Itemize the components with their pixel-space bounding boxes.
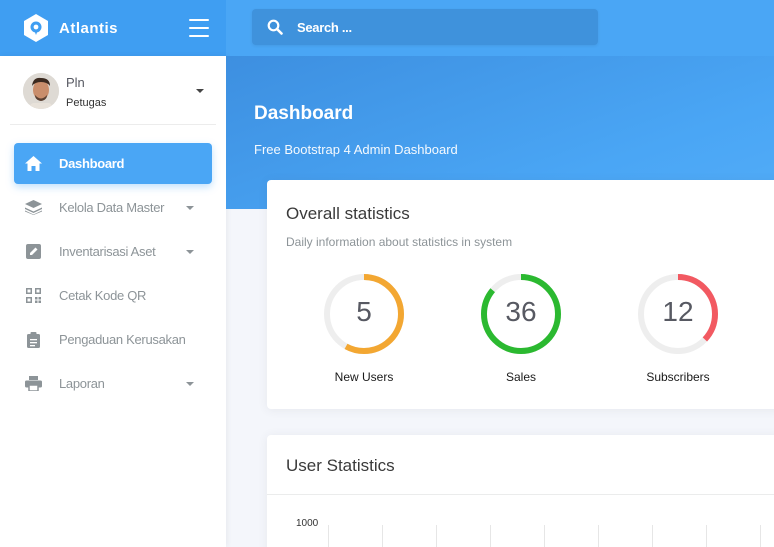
stat-label: Subscribers xyxy=(646,370,710,384)
stat-label: Sales xyxy=(505,370,537,384)
user-panel[interactable]: Pln Petugas xyxy=(10,56,216,125)
card-title: Overall statistics xyxy=(286,204,410,223)
gridline xyxy=(382,525,383,547)
printer-icon xyxy=(25,375,42,392)
sidebar-item-label: Dashboard xyxy=(59,156,125,171)
stat-label: New Users xyxy=(334,370,394,384)
logo-header: Atlantis xyxy=(0,0,226,56)
divider xyxy=(267,494,774,495)
y-axis-tick: 1000 xyxy=(296,518,319,529)
gridline xyxy=(760,525,761,547)
page-subtitle: Free Bootstrap 4 Admin Dashboard xyxy=(254,142,458,157)
sidebar-item-label: Inventarisasi Aset xyxy=(59,244,156,259)
stat-value: 5 xyxy=(356,296,372,327)
gridline xyxy=(328,525,329,547)
sidebar-item-inventarisasi-aset[interactable]: Inventarisasi Aset xyxy=(14,231,212,272)
page-title: Dashboard xyxy=(254,103,354,124)
card-category: Daily information about statistics in sy… xyxy=(286,235,513,249)
circle-sales: 36 Sales xyxy=(479,272,563,384)
sidebar-item-laporan[interactable]: Laporan xyxy=(14,363,212,404)
gridline xyxy=(544,525,545,547)
search-icon[interactable] xyxy=(267,19,283,35)
stat-value: 12 xyxy=(662,296,694,327)
qrcode-icon xyxy=(25,287,42,304)
sidebar-item-pengaduan-kerusakan[interactable]: Pengaduan Kerusakan xyxy=(14,319,212,360)
user-name: Pln xyxy=(66,75,85,90)
user-statistics-card: User Statistics 1000 xyxy=(267,435,774,547)
sidebar-item-kelola-data-master[interactable]: Kelola Data Master xyxy=(14,187,212,228)
sidebar-nav: Dashboard Kelola Data Master Inventarisa… xyxy=(0,143,226,407)
avatar[interactable] xyxy=(23,73,59,109)
clipboard-icon xyxy=(25,331,42,348)
sidebar-item-cetak-kode-qr[interactable]: Cetak Kode QR xyxy=(14,275,212,316)
layers-icon xyxy=(25,199,42,216)
chevron-down-icon xyxy=(186,382,194,386)
edit-icon xyxy=(25,243,42,260)
search-input[interactable] xyxy=(297,19,587,35)
gridline xyxy=(436,525,437,547)
chevron-down-icon[interactable] xyxy=(196,89,204,93)
circle-subscribers: 12 Subscribers xyxy=(636,272,720,384)
user-role: Petugas xyxy=(66,97,107,109)
sidebar-item-dashboard[interactable]: Dashboard xyxy=(14,143,212,184)
gridline xyxy=(652,525,653,547)
sidebar-item-label: Cetak Kode QR xyxy=(59,288,147,303)
card-title: User Statistics xyxy=(286,456,395,475)
chevron-down-icon xyxy=(186,206,194,210)
top-navbar xyxy=(226,0,774,56)
sidebar-item-label: Laporan xyxy=(59,376,105,391)
home-icon xyxy=(25,155,42,172)
stat-value: 36 xyxy=(505,296,537,327)
search-box xyxy=(252,9,598,45)
sidebar: Pln Petugas Dashboard Kelola Data Master xyxy=(0,56,226,547)
sidebar-item-label: Pengaduan Kerusakan xyxy=(59,332,186,347)
chevron-down-icon xyxy=(186,250,194,254)
menu-toggle-icon[interactable] xyxy=(189,19,209,37)
atlantis-logo-icon[interactable] xyxy=(22,13,50,43)
brand-name[interactable]: Atlantis xyxy=(59,20,118,37)
circle-new-users: 5 New Users xyxy=(322,272,406,384)
gridline xyxy=(490,525,491,547)
overall-statistics-card: Overall statistics Daily information abo… xyxy=(267,180,774,409)
sidebar-item-label: Kelola Data Master xyxy=(59,200,165,215)
gridline xyxy=(706,525,707,547)
gridline xyxy=(598,525,599,547)
